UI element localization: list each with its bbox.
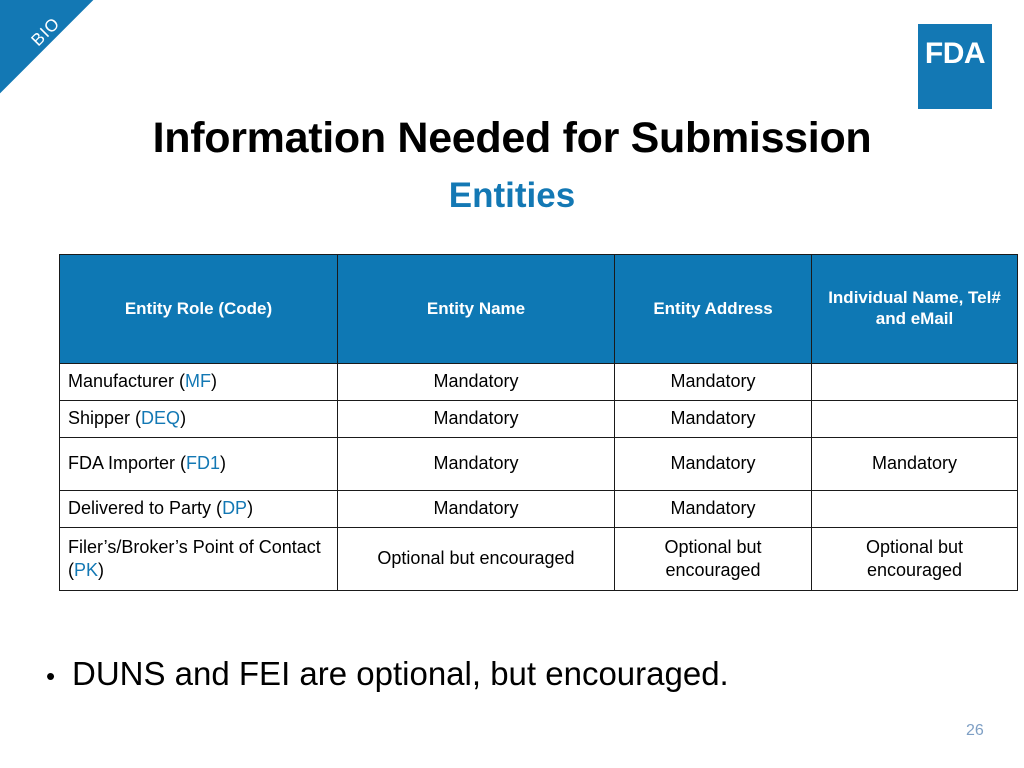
role-close-paren: ) bbox=[98, 560, 105, 580]
cell-individual: Optional but encouraged bbox=[811, 527, 1018, 591]
cell-entity-name: Optional but encouraged bbox=[337, 527, 615, 591]
fda-logo-text: FDA bbox=[924, 37, 986, 70]
column-header-entity-address: Entity Address bbox=[614, 254, 812, 364]
cell-entity-role: Manufacturer (MF) bbox=[59, 363, 338, 401]
table-row: Shipper (DEQ) Mandatory Mandatory bbox=[59, 400, 1018, 438]
cell-entity-address: Mandatory bbox=[614, 400, 812, 438]
role-label: Shipper ( bbox=[68, 408, 142, 429]
page-title: Information Needed for Submission bbox=[152, 114, 872, 162]
role-label: Manufacturer ( bbox=[68, 371, 186, 392]
bullet-note: • DUNS and FEI are optional, but encoura… bbox=[46, 655, 729, 693]
table-row: Manufacturer (MF) Mandatory Mandatory bbox=[59, 363, 1018, 401]
table-row: Filer’s/Broker’s Point of Contact (PK) O… bbox=[59, 527, 1018, 591]
entity-requirements-table: Entity Role (Code) Entity Name Entity Ad… bbox=[59, 254, 1018, 591]
fda-logo: FDA bbox=[918, 24, 992, 109]
cell-entity-address: Mandatory bbox=[614, 490, 812, 528]
bullet-note-text: DUNS and FEI are optional, but encourage… bbox=[72, 655, 729, 692]
role-code: PK bbox=[74, 560, 99, 580]
role-label: FDA Importer ( bbox=[68, 453, 187, 474]
table-header-row: Entity Role (Code) Entity Name Entity Ad… bbox=[59, 254, 1018, 364]
column-header-entity-role: Entity Role (Code) bbox=[59, 254, 338, 364]
cell-entity-name: Mandatory bbox=[337, 437, 615, 491]
role-code: DEQ bbox=[141, 408, 181, 429]
cell-individual bbox=[811, 490, 1018, 528]
cell-entity-name: Mandatory bbox=[337, 363, 615, 401]
column-header-individual: Individual Name, Tel# and eMail bbox=[811, 254, 1018, 364]
cell-individual: Mandatory bbox=[811, 437, 1018, 491]
cell-individual bbox=[811, 363, 1018, 401]
cell-entity-role: Shipper (DEQ) bbox=[59, 400, 338, 438]
role-label: Delivered to Party ( bbox=[68, 498, 223, 519]
role-label: Filer’s/Broker’s Point of Contact ( bbox=[68, 536, 321, 580]
role-code: DP bbox=[222, 498, 248, 519]
cell-entity-address: Mandatory bbox=[614, 437, 812, 491]
role-close-paren: ) bbox=[247, 498, 254, 519]
cell-entity-name: Mandatory bbox=[337, 400, 615, 438]
corner-ribbon-shape bbox=[0, 0, 94, 94]
role-close-paren: ) bbox=[211, 371, 218, 392]
cell-entity-address: Mandatory bbox=[614, 363, 812, 401]
page-subtitle: Entities bbox=[448, 176, 576, 215]
cell-entity-name: Mandatory bbox=[337, 490, 615, 528]
corner-ribbon: BIO bbox=[0, 0, 130, 130]
role-close-paren: ) bbox=[220, 453, 227, 474]
role-code: FD1 bbox=[186, 453, 221, 474]
cell-entity-role: Filer’s/Broker’s Point of Contact (PK) bbox=[59, 527, 338, 591]
page-number: 26 bbox=[966, 722, 984, 739]
table-row: Delivered to Party (DP) Mandatory Mandat… bbox=[59, 490, 1018, 528]
role-close-paren: ) bbox=[180, 408, 187, 429]
role-code: MF bbox=[185, 371, 212, 392]
cell-entity-role: Delivered to Party (DP) bbox=[59, 490, 338, 528]
cell-entity-address: Optional but encouraged bbox=[614, 527, 812, 591]
bullet-marker-icon: • bbox=[46, 661, 56, 691]
cell-entity-role: FDA Importer (FD1) bbox=[59, 437, 338, 491]
column-header-entity-name: Entity Name bbox=[337, 254, 615, 364]
table-row: FDA Importer (FD1) Mandatory Mandatory M… bbox=[59, 437, 1018, 491]
cell-individual bbox=[811, 400, 1018, 438]
